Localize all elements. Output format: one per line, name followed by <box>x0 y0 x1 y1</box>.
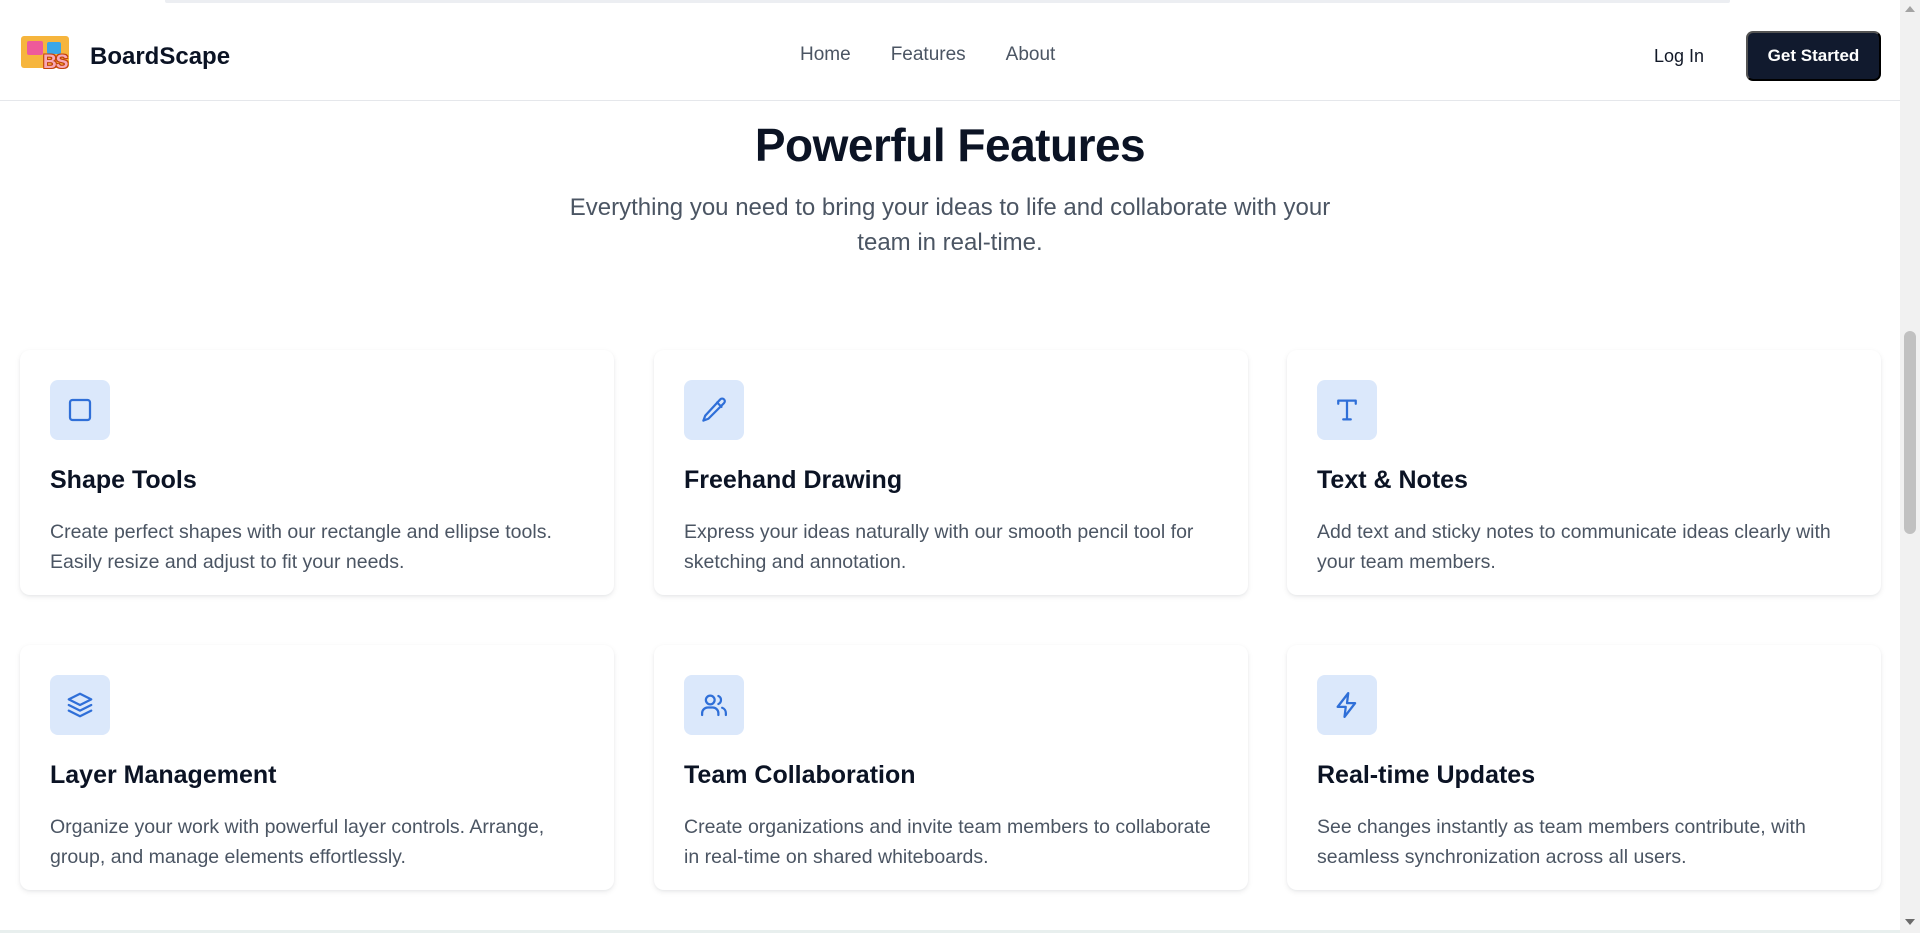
feature-title: Team Collaboration <box>684 761 916 789</box>
feature-description: Create perfect shapes with our rectangle… <box>50 521 552 573</box>
lightning-icon <box>1317 675 1377 735</box>
section-title: Powerful Features <box>754 119 1146 171</box>
feature-card-text-notes: Text & Notes Add text and sticky notes t… <box>1287 350 1881 595</box>
vertical-scrollbar[interactable] <box>1900 0 1920 933</box>
users-icon <box>684 675 744 735</box>
text-icon <box>1317 380 1377 440</box>
feature-description: Organize your work with powerful layer c… <box>50 816 545 868</box>
page: BS BoardScape Home Features About Log In… <box>0 0 1920 933</box>
logo-text: BS <box>43 52 68 73</box>
feature-card-team-collaboration: Team Collaboration Create organizations … <box>654 645 1248 890</box>
nav-link-home[interactable]: Home <box>800 44 851 66</box>
feature-description: Create organizations and invite team mem… <box>684 816 1211 868</box>
feature-card-realtime-updates: Real-time Updates See changes instantly … <box>1287 645 1881 890</box>
brand[interactable]: BS BoardScape <box>21 34 230 80</box>
pencil-icon <box>684 380 744 440</box>
feature-description: See changes instantly as team members co… <box>1317 816 1806 868</box>
feature-title: Shape Tools <box>50 466 197 494</box>
nav-links: Home Features About <box>800 44 1055 66</box>
login-link[interactable]: Log In <box>1654 46 1704 67</box>
feature-card-shape-tools: Shape Tools Create perfect shapes with o… <box>20 350 614 595</box>
feature-card-freehand-drawing: Freehand Drawing Express your ideas natu… <box>654 350 1248 595</box>
layers-icon <box>50 675 110 735</box>
scroll-up-arrow-icon[interactable] <box>1905 6 1915 12</box>
navbar: BS BoardScape Home Features About Log In… <box>0 11 1900 101</box>
logo: BS <box>21 34 79 80</box>
square-icon <box>50 380 110 440</box>
feature-title: Real-time Updates <box>1317 761 1536 789</box>
feature-title: Freehand Drawing <box>684 466 903 494</box>
feature-description: Express your ideas naturally with our sm… <box>684 521 1194 573</box>
scroll-thumb[interactable] <box>1904 331 1916 534</box>
feature-card-layer-management: Layer Management Organize your work with… <box>20 645 614 890</box>
feature-title: Text & Notes <box>1317 466 1468 494</box>
section-subtitle: Everything you need to bring your ideas … <box>569 194 1331 256</box>
logo-pink-square <box>27 41 43 55</box>
nav-link-features[interactable]: Features <box>891 44 966 66</box>
feature-title: Layer Management <box>50 761 277 789</box>
feature-description: Add text and sticky notes to communicate… <box>1317 521 1831 573</box>
scroll-down-arrow-icon[interactable] <box>1905 919 1915 925</box>
get-started-button[interactable]: Get Started <box>1746 31 1881 81</box>
brand-name: BoardScape <box>90 43 231 70</box>
nav-link-about[interactable]: About <box>1006 44 1056 66</box>
top-strip <box>165 0 1730 3</box>
